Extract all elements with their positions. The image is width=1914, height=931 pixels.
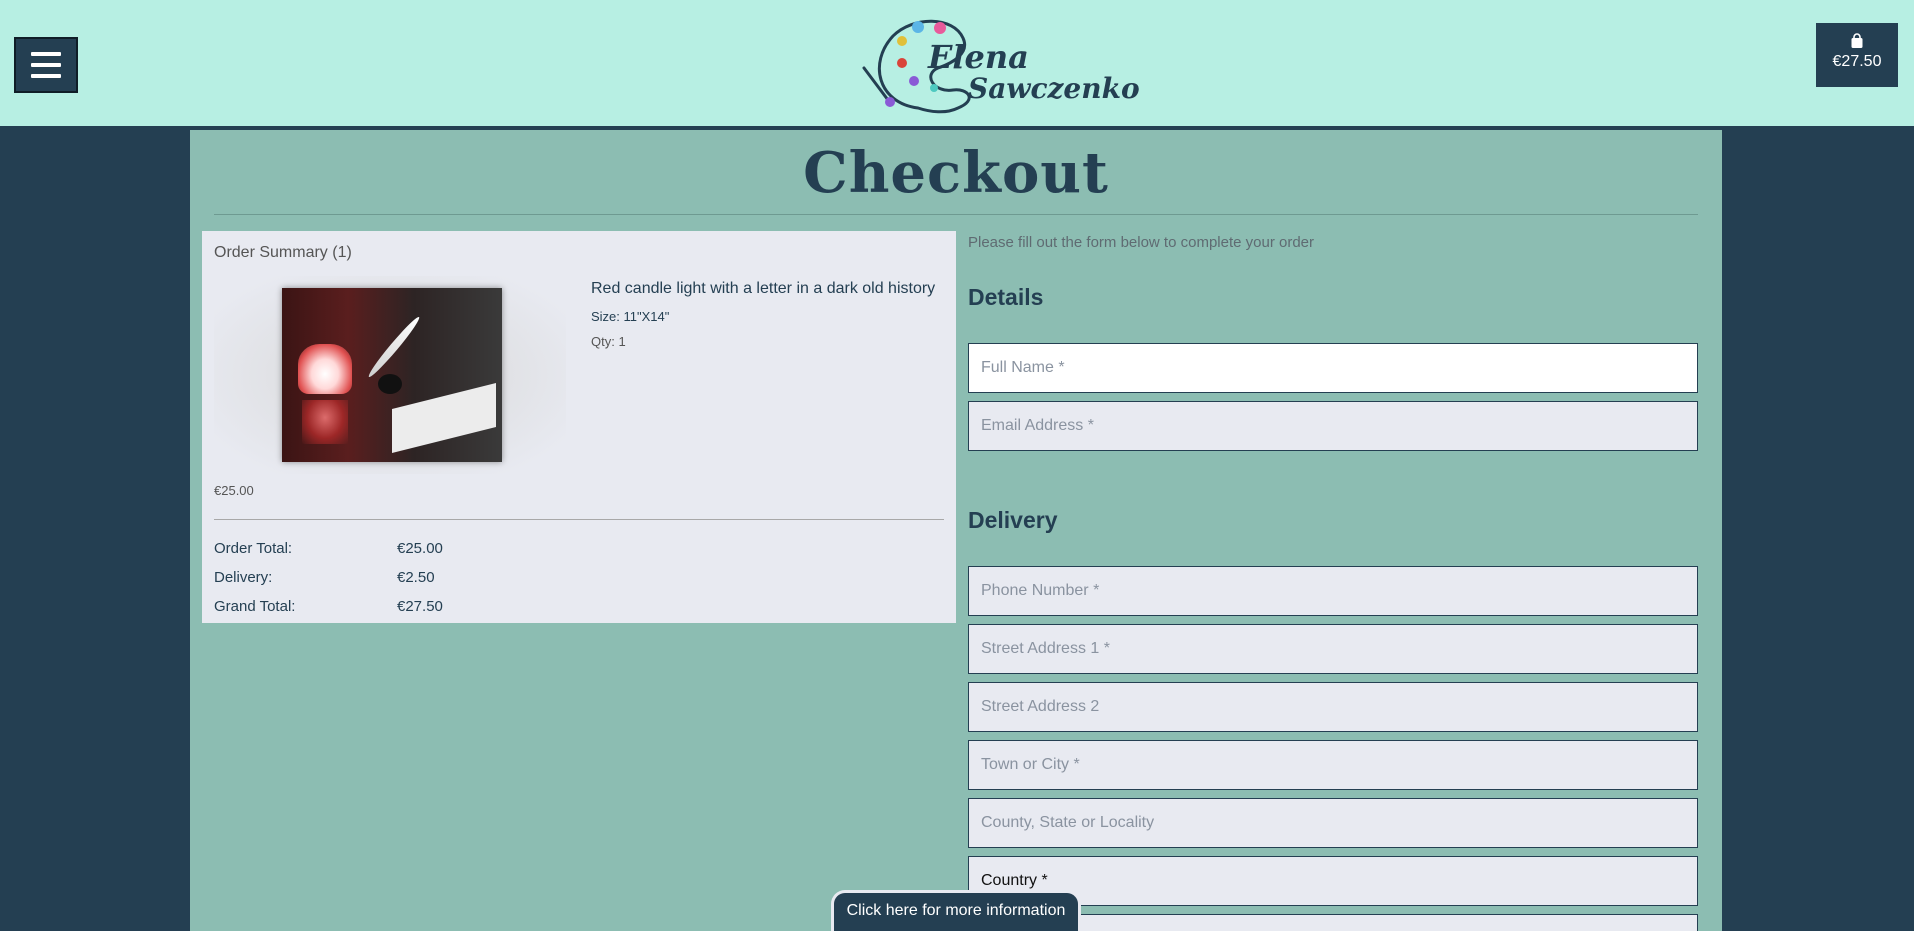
grand-total-label: Grand Total: <box>214 598 296 615</box>
divider <box>214 214 1698 215</box>
product-qty: Qty: 1 <box>591 334 626 349</box>
details-heading: Details <box>968 284 1044 310</box>
product-name: Red candle light with a letter in a dark… <box>591 280 936 297</box>
full-name-input[interactable] <box>968 343 1698 393</box>
form-intro-text: Please fill out the form below to comple… <box>968 234 1315 251</box>
street-address-2-input[interactable] <box>968 682 1698 732</box>
brand-name-last: Sawczenko <box>968 72 1140 105</box>
street-address-1-input[interactable] <box>968 624 1698 674</box>
checkout-container: Checkout Order Summary (1) Red candle li… <box>190 130 1722 931</box>
order-total-value: €25.00 <box>397 540 443 557</box>
delivery-label: Delivery: <box>214 569 273 586</box>
product-size: Size: 11"X14" <box>591 309 670 324</box>
email-input[interactable] <box>968 401 1698 451</box>
delivery-heading: Delivery <box>968 507 1058 533</box>
divider <box>214 519 944 520</box>
delivery-value: €2.50 <box>397 569 435 586</box>
brand-name-first: Elena <box>928 38 1029 76</box>
order-total-label: Order Total: <box>214 540 293 557</box>
cart-button[interactable]: €27.50 <box>1816 23 1898 87</box>
town-city-input[interactable] <box>968 740 1698 790</box>
painting-thumbnail <box>282 288 502 462</box>
site-header: Elena Sawczenko €27.50 <box>0 0 1914 128</box>
product-image[interactable] <box>214 276 566 474</box>
phone-input[interactable] <box>968 566 1698 616</box>
grand-total-value: €27.50 <box>397 598 443 615</box>
product-price: €25.00 <box>214 483 254 498</box>
menu-button[interactable] <box>14 37 78 93</box>
county-input[interactable] <box>968 798 1698 848</box>
order-summary-panel: Order Summary (1) Red candle light with … <box>202 231 956 623</box>
more-info-tab[interactable]: Click here for more information <box>831 890 1081 931</box>
shopping-bag-icon <box>1851 33 1863 48</box>
hamburger-icon <box>31 52 61 56</box>
order-summary-title: Order Summary (1) <box>214 244 352 261</box>
page-title: Checkout <box>803 140 1109 206</box>
brand-logo[interactable]: Elena Sawczenko <box>858 8 1140 120</box>
cart-total: €27.50 <box>1832 53 1882 70</box>
